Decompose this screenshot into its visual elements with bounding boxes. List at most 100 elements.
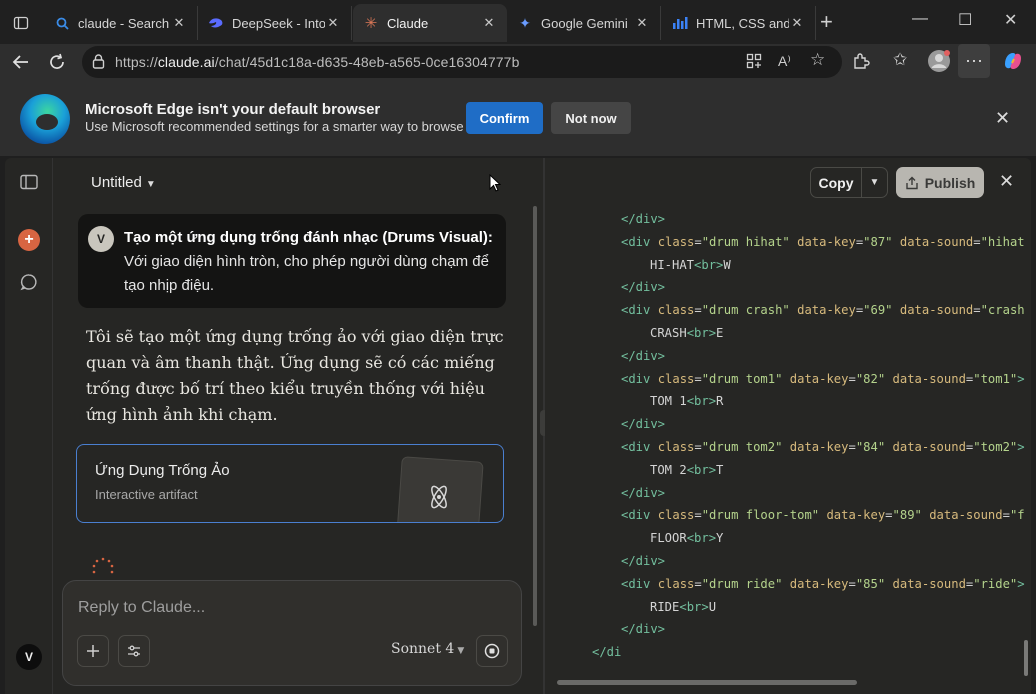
default-browser-infobar: Microsoft Edge isn't your default browse… [0, 80, 1036, 156]
tab-title: HTML, CSS and Ja [696, 15, 789, 31]
lock-icon[interactable] [92, 54, 105, 74]
chevron-down-icon: ▼ [457, 646, 465, 656]
code-horizontal-scrollbar[interactable] [557, 680, 857, 685]
tab-strip: claude - Search ✕ DeepSeek - Into t ✕ ✳ … [0, 0, 1036, 44]
window-close-icon[interactable]: ✕ [1004, 10, 1017, 30]
claude-icon: ✳ [364, 15, 378, 32]
tab-title: claude - Search [78, 15, 170, 31]
infobar-title: Microsoft Edge isn't your default browse… [85, 101, 381, 118]
code-line: </div> [621, 280, 666, 295]
code-line: <div class="drum crash" data-key="69" da… [621, 303, 1025, 318]
mouse-cursor-icon [489, 173, 502, 197]
close-tab-icon[interactable]: ✕ [481, 15, 497, 31]
tools-sliders-icon[interactable] [118, 635, 150, 667]
close-tab-icon[interactable]: ✕ [634, 15, 650, 31]
close-tab-icon[interactable]: ✕ [325, 15, 341, 31]
code-line: </div> [621, 348, 666, 363]
add-attachment-button[interactable] [77, 635, 109, 667]
close-tab-icon[interactable]: ✕ [171, 15, 187, 31]
share-icon [906, 176, 918, 189]
tab-title: Google Gemini [541, 15, 628, 31]
copilot-icon[interactable] [1002, 50, 1024, 77]
app-available-icon[interactable] [746, 53, 762, 72]
code-line: RIDE<br>U [650, 599, 717, 614]
tab-claude-search[interactable]: claude - Search ✕ [44, 6, 198, 40]
chats-icon[interactable] [18, 271, 40, 293]
copy-options-chevron-icon[interactable]: ▼ [862, 167, 888, 198]
reply-input[interactable]: Reply to Claude... [78, 599, 205, 617]
new-tab-icon[interactable]: + [820, 11, 833, 33]
profile-icon[interactable] [927, 49, 951, 78]
code-vertical-scrollbar[interactable] [1024, 640, 1028, 676]
user-message: V Tạo một ứng dụng trống đánh nhạc (Drum… [78, 214, 506, 308]
code-view[interactable]: </div> <div class="drum hihat" data-key="… [545, 208, 1025, 678]
maximize-icon[interactable]: ☐ [958, 10, 972, 30]
back-arrow-icon[interactable] [9, 50, 33, 74]
copy-button[interactable]: Copy [810, 167, 862, 198]
gemini-icon: ✦ [519, 14, 531, 31]
infobar-subtitle: Use Microsoft recommended settings for a… [85, 119, 464, 134]
favorite-star-icon[interactable]: ☆ [810, 50, 825, 70]
code-line: CRASH<br>E [650, 326, 724, 340]
refresh-icon[interactable] [45, 50, 69, 74]
chat-column: Untitled ▼ V Tạo một ứng dụng trống đánh … [53, 158, 543, 694]
chat-scrollbar[interactable] [533, 206, 537, 626]
tab-html-css[interactable]: HTML, CSS and Ja ✕ [662, 6, 816, 40]
tab-actions-icon[interactable] [8, 10, 34, 36]
stop-button[interactable] [476, 635, 508, 667]
artifact-subtitle: Interactive artifact [95, 487, 198, 502]
read-aloud-icon[interactable]: A⁾ [778, 53, 791, 70]
claude-page: + V Untitled ▼ V Tạo một ứng dụng trống đ… [5, 158, 1031, 694]
confirm-button[interactable]: Confirm [466, 102, 543, 134]
code-line: <div class="drum tom2" data-key="84" dat… [621, 440, 1025, 454]
code-line: </div> [621, 417, 666, 432]
code-line: TOM 2<br>T [650, 462, 724, 477]
code-line: </div> [621, 485, 666, 500]
close-tab-icon[interactable]: ✕ [789, 15, 805, 31]
tab-title: Claude [387, 15, 429, 31]
atom-icon [425, 483, 453, 516]
sidebar-rail: + V [5, 158, 53, 694]
not-now-button[interactable]: Not now [551, 102, 631, 134]
new-chat-icon[interactable]: + [18, 229, 40, 251]
favorites-icon[interactable]: ✩ [893, 50, 907, 70]
user-avatar: V [88, 226, 114, 252]
code-line: </div> [621, 622, 666, 637]
code-line: FLOOR<br>Y [650, 531, 724, 546]
extensions-icon[interactable] [852, 52, 870, 75]
edge-logo-icon [20, 94, 70, 144]
browser-toolbar: https://claude.ai/chat/45d1c18a-d635-48e… [0, 44, 1036, 80]
tab-title: DeepSeek - Into t [232, 15, 325, 31]
user-message-text: Tạo một ứng dụng trống đánh nhạc (Drums … [124, 229, 493, 294]
publish-button[interactable]: Publish [896, 167, 984, 198]
artifact-card[interactable]: Ứng Dụng Trống Ảo Interactive artifact [76, 444, 504, 523]
account-avatar[interactable]: V [16, 644, 42, 670]
code-line: <div class="drum hihat" data-key="87" da… [621, 234, 1025, 249]
reply-composer[interactable]: Reply to Claude... Sonnet 4 ▼ [62, 580, 522, 686]
tab-gemini[interactable]: ✦ Google Gemini ✕ [507, 6, 661, 40]
code-line: </di [592, 645, 622, 660]
sidebar-toggle-icon[interactable] [18, 171, 40, 193]
artifact-code-panel: Copy ▼ Publish ✕ </div> <div class="drum … [545, 158, 1031, 694]
code-line: </div> [621, 212, 666, 226]
chevron-down-icon: ▼ [145, 179, 156, 190]
address-bar[interactable]: https://claude.ai/chat/45d1c18a-d635-48e… [82, 46, 842, 78]
code-line: HI-HAT<br>W [650, 257, 731, 272]
chat-title[interactable]: Untitled ▼ [91, 174, 156, 191]
url-text: https://claude.ai/chat/45d1c18a-d635-48e… [115, 54, 520, 70]
code-line: <div class="drum ride" data-key="85" dat… [621, 576, 1025, 591]
code-line: </div> [621, 554, 666, 568]
minimize-icon[interactable]: — [912, 10, 928, 28]
close-panel-icon[interactable]: ✕ [999, 171, 1014, 192]
code-line: TOM 1<br>R [650, 394, 724, 409]
model-selector[interactable]: Sonnet 4 ▼ [391, 641, 464, 657]
tab-deepseek[interactable]: DeepSeek - Into t ✕ [198, 6, 352, 40]
chart-icon [672, 15, 688, 31]
search-icon [54, 15, 70, 31]
artifact-title: Ứng Dụng Trống Ảo [95, 462, 230, 479]
code-line: <div class="drum tom1" data-key="82" dat… [621, 371, 1025, 386]
tab-claude[interactable]: ✳ Claude ✕ [353, 4, 507, 42]
settings-more-icon[interactable]: ⋯ [958, 44, 990, 78]
close-icon[interactable]: ✕ [995, 108, 1010, 129]
code-line: <div class="drum floor-tom" data-key="89… [621, 508, 1025, 523]
